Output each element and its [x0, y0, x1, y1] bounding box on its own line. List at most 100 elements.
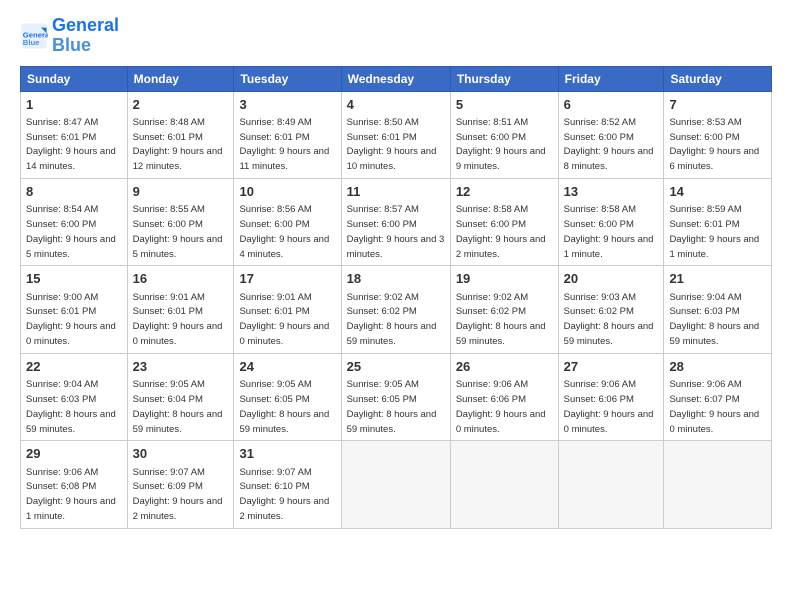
- day-info: Sunrise: 9:05 AMSunset: 6:05 PMDaylight:…: [239, 379, 329, 434]
- calendar-day-cell: 25 Sunrise: 9:05 AMSunset: 6:05 PMDaylig…: [341, 353, 450, 440]
- calendar-header-cell: Thursday: [450, 66, 558, 91]
- day-number: 14: [669, 183, 766, 201]
- page: General Blue GeneralBlue SundayMondayTue…: [0, 0, 792, 612]
- day-info: Sunrise: 8:48 AMSunset: 6:01 PMDaylight:…: [133, 117, 223, 172]
- day-number: 27: [564, 358, 659, 376]
- day-info: Sunrise: 9:07 AMSunset: 6:10 PMDaylight:…: [239, 467, 329, 522]
- calendar-day-cell: 13 Sunrise: 8:58 AMSunset: 6:00 PMDaylig…: [558, 179, 664, 266]
- day-info: Sunrise: 9:02 AMSunset: 6:02 PMDaylight:…: [456, 292, 546, 347]
- day-info: Sunrise: 8:58 AMSunset: 6:00 PMDaylight:…: [564, 204, 654, 259]
- calendar-day-cell: [341, 441, 450, 528]
- calendar-day-cell: 28 Sunrise: 9:06 AMSunset: 6:07 PMDaylig…: [664, 353, 772, 440]
- day-info: Sunrise: 8:50 AMSunset: 6:01 PMDaylight:…: [347, 117, 437, 172]
- header: General Blue GeneralBlue: [20, 16, 772, 56]
- calendar-day-cell: 7 Sunrise: 8:53 AMSunset: 6:00 PMDayligh…: [664, 91, 772, 178]
- day-info: Sunrise: 8:55 AMSunset: 6:00 PMDaylight:…: [133, 204, 223, 259]
- calendar-day-cell: 3 Sunrise: 8:49 AMSunset: 6:01 PMDayligh…: [234, 91, 341, 178]
- day-number: 19: [456, 270, 553, 288]
- day-number: 12: [456, 183, 553, 201]
- day-number: 23: [133, 358, 229, 376]
- calendar-week-row: 1 Sunrise: 8:47 AMSunset: 6:01 PMDayligh…: [21, 91, 772, 178]
- day-number: 17: [239, 270, 335, 288]
- calendar-header-cell: Friday: [558, 66, 664, 91]
- day-info: Sunrise: 9:04 AMSunset: 6:03 PMDaylight:…: [26, 379, 116, 434]
- day-number: 30: [133, 445, 229, 463]
- day-info: Sunrise: 8:53 AMSunset: 6:00 PMDaylight:…: [669, 117, 759, 172]
- calendar-day-cell: 26 Sunrise: 9:06 AMSunset: 6:06 PMDaylig…: [450, 353, 558, 440]
- calendar-day-cell: 16 Sunrise: 9:01 AMSunset: 6:01 PMDaylig…: [127, 266, 234, 353]
- day-info: Sunrise: 9:02 AMSunset: 6:02 PMDaylight:…: [347, 292, 437, 347]
- day-number: 24: [239, 358, 335, 376]
- day-info: Sunrise: 8:59 AMSunset: 6:01 PMDaylight:…: [669, 204, 759, 259]
- day-number: 20: [564, 270, 659, 288]
- day-info: Sunrise: 9:06 AMSunset: 6:06 PMDaylight:…: [456, 379, 546, 434]
- day-number: 9: [133, 183, 229, 201]
- day-info: Sunrise: 8:47 AMSunset: 6:01 PMDaylight:…: [26, 117, 116, 172]
- calendar-day-cell: 4 Sunrise: 8:50 AMSunset: 6:01 PMDayligh…: [341, 91, 450, 178]
- calendar-day-cell: 22 Sunrise: 9:04 AMSunset: 6:03 PMDaylig…: [21, 353, 128, 440]
- calendar-day-cell: 31 Sunrise: 9:07 AMSunset: 6:10 PMDaylig…: [234, 441, 341, 528]
- calendar-header-cell: Saturday: [664, 66, 772, 91]
- day-number: 5: [456, 96, 553, 114]
- svg-text:Blue: Blue: [23, 38, 40, 47]
- day-info: Sunrise: 9:00 AMSunset: 6:01 PMDaylight:…: [26, 292, 116, 347]
- day-info: Sunrise: 9:07 AMSunset: 6:09 PMDaylight:…: [133, 467, 223, 522]
- day-info: Sunrise: 8:51 AMSunset: 6:00 PMDaylight:…: [456, 117, 546, 172]
- day-number: 7: [669, 96, 766, 114]
- day-number: 10: [239, 183, 335, 201]
- day-number: 22: [26, 358, 122, 376]
- day-info: Sunrise: 8:57 AMSunset: 6:00 PMDaylight:…: [347, 204, 445, 259]
- calendar-day-cell: [558, 441, 664, 528]
- calendar-week-row: 8 Sunrise: 8:54 AMSunset: 6:00 PMDayligh…: [21, 179, 772, 266]
- day-info: Sunrise: 8:49 AMSunset: 6:01 PMDaylight:…: [239, 117, 329, 172]
- day-number: 15: [26, 270, 122, 288]
- day-info: Sunrise: 9:05 AMSunset: 6:05 PMDaylight:…: [347, 379, 437, 434]
- day-info: Sunrise: 8:56 AMSunset: 6:00 PMDaylight:…: [239, 204, 329, 259]
- day-number: 18: [347, 270, 445, 288]
- calendar-header-cell: Monday: [127, 66, 234, 91]
- day-number: 16: [133, 270, 229, 288]
- day-number: 31: [239, 445, 335, 463]
- day-info: Sunrise: 9:06 AMSunset: 6:08 PMDaylight:…: [26, 467, 116, 522]
- calendar-week-row: 22 Sunrise: 9:04 AMSunset: 6:03 PMDaylig…: [21, 353, 772, 440]
- calendar-week-row: 29 Sunrise: 9:06 AMSunset: 6:08 PMDaylig…: [21, 441, 772, 528]
- day-info: Sunrise: 9:04 AMSunset: 6:03 PMDaylight:…: [669, 292, 759, 347]
- calendar-day-cell: 20 Sunrise: 9:03 AMSunset: 6:02 PMDaylig…: [558, 266, 664, 353]
- calendar-day-cell: 17 Sunrise: 9:01 AMSunset: 6:01 PMDaylig…: [234, 266, 341, 353]
- day-number: 2: [133, 96, 229, 114]
- calendar-day-cell: 29 Sunrise: 9:06 AMSunset: 6:08 PMDaylig…: [21, 441, 128, 528]
- day-number: 29: [26, 445, 122, 463]
- day-number: 4: [347, 96, 445, 114]
- day-number: 3: [239, 96, 335, 114]
- calendar-table: SundayMondayTuesdayWednesdayThursdayFrid…: [20, 66, 772, 529]
- calendar-day-cell: 21 Sunrise: 9:04 AMSunset: 6:03 PMDaylig…: [664, 266, 772, 353]
- day-number: 26: [456, 358, 553, 376]
- day-info: Sunrise: 9:01 AMSunset: 6:01 PMDaylight:…: [239, 292, 329, 347]
- calendar-day-cell: 19 Sunrise: 9:02 AMSunset: 6:02 PMDaylig…: [450, 266, 558, 353]
- logo-icon: General Blue: [20, 22, 48, 50]
- day-info: Sunrise: 9:03 AMSunset: 6:02 PMDaylight:…: [564, 292, 654, 347]
- calendar-day-cell: 15 Sunrise: 9:00 AMSunset: 6:01 PMDaylig…: [21, 266, 128, 353]
- calendar-day-cell: 30 Sunrise: 9:07 AMSunset: 6:09 PMDaylig…: [127, 441, 234, 528]
- day-number: 25: [347, 358, 445, 376]
- calendar-day-cell: 5 Sunrise: 8:51 AMSunset: 6:00 PMDayligh…: [450, 91, 558, 178]
- day-info: Sunrise: 9:01 AMSunset: 6:01 PMDaylight:…: [133, 292, 223, 347]
- day-info: Sunrise: 9:06 AMSunset: 6:06 PMDaylight:…: [564, 379, 654, 434]
- calendar-day-cell: 14 Sunrise: 8:59 AMSunset: 6:01 PMDaylig…: [664, 179, 772, 266]
- day-number: 11: [347, 183, 445, 201]
- calendar-day-cell: 8 Sunrise: 8:54 AMSunset: 6:00 PMDayligh…: [21, 179, 128, 266]
- day-info: Sunrise: 8:52 AMSunset: 6:00 PMDaylight:…: [564, 117, 654, 172]
- day-number: 6: [564, 96, 659, 114]
- day-number: 13: [564, 183, 659, 201]
- calendar-day-cell: 9 Sunrise: 8:55 AMSunset: 6:00 PMDayligh…: [127, 179, 234, 266]
- calendar-day-cell: [664, 441, 772, 528]
- calendar-day-cell: 10 Sunrise: 8:56 AMSunset: 6:00 PMDaylig…: [234, 179, 341, 266]
- day-info: Sunrise: 9:05 AMSunset: 6:04 PMDaylight:…: [133, 379, 223, 434]
- day-number: 21: [669, 270, 766, 288]
- day-number: 1: [26, 96, 122, 114]
- calendar-day-cell: 12 Sunrise: 8:58 AMSunset: 6:00 PMDaylig…: [450, 179, 558, 266]
- calendar-day-cell: 11 Sunrise: 8:57 AMSunset: 6:00 PMDaylig…: [341, 179, 450, 266]
- calendar-week-row: 15 Sunrise: 9:00 AMSunset: 6:01 PMDaylig…: [21, 266, 772, 353]
- calendar-header-cell: Wednesday: [341, 66, 450, 91]
- day-info: Sunrise: 8:58 AMSunset: 6:00 PMDaylight:…: [456, 204, 546, 259]
